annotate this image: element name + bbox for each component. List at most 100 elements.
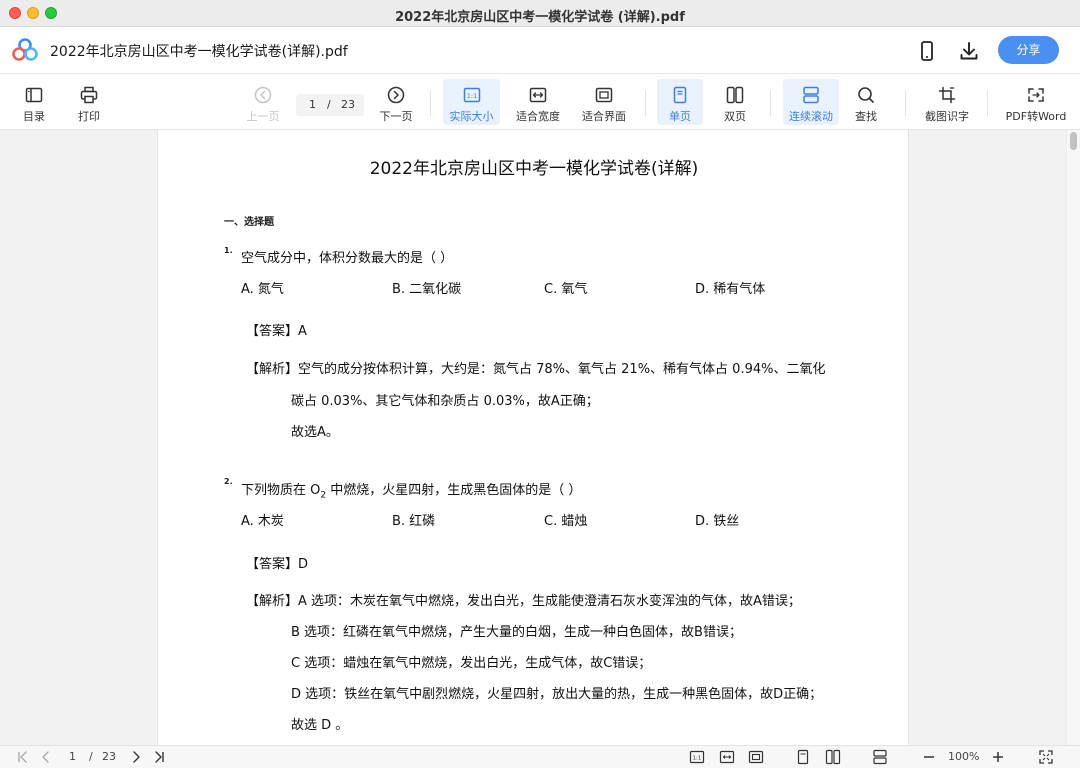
fullscreen-icon[interactable] xyxy=(1038,749,1054,765)
option-a: A. 木炭 xyxy=(241,514,284,529)
actual-size-label: 实际大小 xyxy=(449,110,494,123)
document-viewport[interactable]: 2022年北京房山区中考一模化学试卷(详解) 一、选择题 1. 空气成分中，体积… xyxy=(0,130,1080,745)
pdf-to-word-label: PDF转Word xyxy=(1005,110,1067,123)
toc-label: 目录 xyxy=(23,110,45,123)
question-text-part: 中燃烧，火星四射，生成黑色固体的是（ ） xyxy=(326,483,582,498)
question-number: 2. xyxy=(224,477,233,486)
continuous-scroll-icon[interactable] xyxy=(872,749,888,765)
status-current-page[interactable]: 1 xyxy=(69,749,76,765)
double-page-icon[interactable] xyxy=(825,749,841,765)
question-text-part: 下列物质在 O xyxy=(241,483,321,498)
option-b: B. 红磷 xyxy=(392,514,436,529)
app-header: 2022年北京房山区中考一模化学试卷(详解).pdf 分享 xyxy=(0,27,1080,74)
single-page-label: 单页 xyxy=(669,110,691,123)
fit-screen-button[interactable]: 适合界面 xyxy=(576,79,632,125)
find-button[interactable]: 查找 xyxy=(843,79,889,125)
convert-icon xyxy=(1028,88,1044,102)
continuous-scroll-label: 连续滚动 xyxy=(789,110,833,123)
continuous-scroll-icon xyxy=(803,86,819,104)
toolbar: 目录 打印 上一页 1 / 23 下一页 1:1 实际大小 适合宽度 适合界面 … xyxy=(0,74,1080,130)
vertical-scrollbar[interactable] xyxy=(1066,130,1080,745)
option-d: D. 稀有气体 xyxy=(695,282,766,297)
print-button[interactable]: 打印 xyxy=(67,79,111,125)
continuous-scroll-button[interactable]: 连续滚动 xyxy=(783,79,839,125)
crop-icon xyxy=(938,86,956,104)
fit-width-label: 适合宽度 xyxy=(516,110,560,123)
answer-text: 【答案】D xyxy=(246,557,309,572)
prev-page-icon[interactable] xyxy=(38,749,54,765)
chevron-right-circle-icon xyxy=(387,86,405,104)
toolbar-divider xyxy=(987,90,988,116)
option-c: C. 蜡烛 xyxy=(544,514,588,529)
analysis-line: 碳占 0.03%、其它气体和杂质占 0.03%，故A正确； xyxy=(291,394,599,409)
fit-width-icon xyxy=(529,87,547,103)
next-page-label: 下一页 xyxy=(379,110,413,123)
next-page-icon[interactable] xyxy=(128,749,144,765)
phone-icon[interactable] xyxy=(916,40,938,62)
double-page-label: 双页 xyxy=(724,110,746,123)
find-label: 查找 xyxy=(855,110,877,123)
option-d: D. 铁丝 xyxy=(695,514,740,529)
option-a: A. 氮气 xyxy=(241,282,284,297)
prev-page-label: 上一页 xyxy=(246,110,280,123)
prev-page-button[interactable]: 上一页 xyxy=(240,79,286,125)
total-pages-value: 23 xyxy=(341,98,355,111)
toolbar-divider xyxy=(770,90,771,116)
fit-screen-icon[interactable] xyxy=(748,749,764,765)
current-page-value: 1 xyxy=(309,98,316,111)
scrollbar-thumb[interactable] xyxy=(1070,132,1077,150)
share-button[interactable]: 分享 xyxy=(998,36,1059,64)
status-page-separator: / xyxy=(89,750,93,763)
fit-width-button[interactable]: 适合宽度 xyxy=(510,79,566,125)
fit-width-icon[interactable] xyxy=(719,749,735,765)
svg-text:1:1: 1:1 xyxy=(693,756,702,762)
double-page-button[interactable]: 双页 xyxy=(712,79,758,125)
title-bar: 2022年北京房山区中考一模化学试卷 (详解).pdf xyxy=(0,0,1080,27)
toolbar-divider xyxy=(905,90,906,116)
page-title: 2022年北京房山区中考一模化学试卷(详解) xyxy=(369,159,699,179)
zoom-in-icon[interactable] xyxy=(990,749,1006,765)
analysis-line: 故选 D 。 xyxy=(291,718,349,733)
actual-size-icon[interactable]: 1:1 xyxy=(689,749,705,765)
analysis-line: 【解析】空气的成分按体积计算，大约是：氮气占 78%、氧气占 21%、稀有气体占… xyxy=(246,362,826,377)
sidebar-icon xyxy=(25,87,43,103)
zoom-out-icon[interactable] xyxy=(921,749,937,765)
pdf-page: 2022年北京房山区中考一模化学试卷(详解) 一、选择题 1. 空气成分中，体积… xyxy=(157,130,909,745)
analysis-line: 【解析】A 选项：木炭在氧气中燃烧，发出白光，生成能使澄清石灰水变浑浊的气体，故… xyxy=(246,594,801,609)
next-page-button[interactable]: 下一页 xyxy=(373,79,419,125)
question-text: 空气成分中，体积分数最大的是（ ） xyxy=(241,251,454,266)
page-separator: / xyxy=(327,98,331,111)
question-number: 1. xyxy=(224,246,233,255)
toolbar-divider xyxy=(645,90,646,116)
single-page-button[interactable]: 单页 xyxy=(657,79,703,125)
option-b: B. 二氧化碳 xyxy=(392,282,462,297)
document-title: 2022年北京房山区中考一模化学试卷(详解).pdf xyxy=(50,44,348,60)
actual-size-button[interactable]: 1:1 实际大小 xyxy=(443,79,500,125)
analysis-line: B 选项：红磷在氧气中燃烧，产生大量的白烟，生成一种白色固体，故B错误； xyxy=(291,625,742,640)
page-number-input[interactable]: 1 / 23 xyxy=(296,94,364,116)
ocr-button[interactable]: 截图识字 xyxy=(919,79,975,125)
chevron-left-circle-icon xyxy=(254,86,272,104)
analysis-line: C 选项：蜡烛在氧气中燃烧，发出白光，生成气体，故C错误； xyxy=(291,656,652,671)
search-icon xyxy=(858,87,874,103)
pdf-to-word-button[interactable]: PDF转Word xyxy=(1000,79,1072,125)
print-label: 打印 xyxy=(78,110,100,123)
fit-screen-icon xyxy=(595,87,613,103)
svg-text:1:1: 1:1 xyxy=(466,92,476,100)
single-page-icon[interactable] xyxy=(795,749,811,765)
toc-button[interactable]: 目录 xyxy=(12,79,56,125)
analysis-line: D 选项：铁丝在氧气中剧烈燃烧，火星四射，放出大量的热，生成一种黑色固体，故D正… xyxy=(291,687,823,702)
app-logo-icon xyxy=(12,38,38,61)
zoom-level[interactable]: 100% xyxy=(948,749,979,765)
first-page-icon[interactable] xyxy=(15,749,31,765)
ocr-label: 截图识字 xyxy=(925,110,969,123)
download-icon[interactable] xyxy=(958,40,980,62)
status-total-pages: 23 xyxy=(102,750,116,763)
last-page-icon[interactable] xyxy=(151,749,167,765)
option-c: C. 氧气 xyxy=(544,282,588,297)
answer-text: 【答案】A xyxy=(246,324,307,339)
fit-screen-label: 适合界面 xyxy=(582,110,626,123)
window-title: 2022年北京房山区中考一模化学试卷 (详解).pdf xyxy=(395,10,685,25)
analysis-line: 故选A。 xyxy=(291,425,339,440)
actual-size-icon: 1:1 xyxy=(463,87,480,103)
